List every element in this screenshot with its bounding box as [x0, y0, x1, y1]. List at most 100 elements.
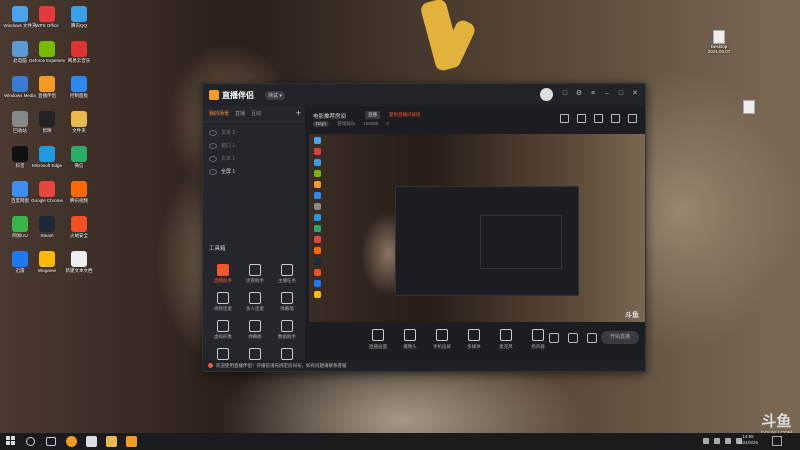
tool-item[interactable]: 虚拟形象 [207, 320, 239, 340]
clock-date: 2021/8/25 [737, 440, 758, 445]
desktop-icon-label: 网易云音乐 [67, 58, 91, 63]
source-label: 直播画面 [369, 344, 387, 349]
desktop-icon[interactable]: 直播伴侣 [29, 76, 65, 98]
source-speaker-button[interactable]: 扬声器 [527, 329, 549, 350]
eye-icon[interactable] [209, 168, 217, 175]
app-icon [12, 76, 28, 92]
notification-icon[interactable] [772, 436, 782, 446]
tool-item[interactable]: 数据助手 [271, 320, 303, 340]
eye-icon[interactable] [209, 142, 217, 149]
layout-icon[interactable] [594, 114, 603, 123]
stream-preview[interactable]: 斗鱼 [309, 134, 645, 322]
message-icon[interactable]: □ [561, 90, 569, 98]
lock-icon[interactable] [577, 114, 586, 123]
tool-label: 直播助手 [214, 278, 232, 283]
source-mic-button[interactable]: 麦克风 [495, 329, 517, 350]
desktop-icon[interactable]: 腾讯视频 [61, 181, 97, 203]
app-icon [12, 216, 28, 232]
desktop-icon[interactable]: 腾讯QQ [61, 6, 97, 28]
logo-icon [209, 90, 219, 100]
left-panel: 我的场景 直播 互动 + 文本 2 窗口 1 文本 1 全屏 1 工具箱 直播助… [203, 106, 305, 371]
desktop-icon[interactable]: 新建文本文档 [61, 251, 97, 273]
eye-icon[interactable] [209, 155, 217, 162]
scene-item[interactable]: 全屏 1 [203, 165, 305, 178]
tool-item[interactable]: 弹幕姬 [239, 320, 271, 340]
tool-label: 弹幕姬 [248, 334, 262, 339]
windows-start-icon[interactable] [6, 436, 16, 446]
tool-label: 数据助手 [278, 334, 296, 339]
add-scene-button[interactable]: + [296, 108, 301, 118]
tab-scenes[interactable]: 我的场景 [209, 110, 229, 117]
clock[interactable]: 14:55 2021/8/25 [738, 434, 758, 446]
tool-item[interactable]: 房管助手 [239, 264, 271, 284]
room-category[interactable]: Days [313, 121, 330, 127]
desktop-icon[interactable]: WPS Office [29, 6, 65, 28]
tab-interact[interactable]: 互动 [251, 110, 261, 117]
taskbar: 14:55 2021/8/25 [0, 433, 800, 450]
menu-icon[interactable]: ≡ [589, 90, 597, 98]
tray-icon[interactable] [714, 438, 720, 444]
source-media-button[interactable]: 多媒体 [463, 329, 485, 350]
source-label: 手机投屏 [433, 344, 451, 349]
close-icon[interactable]: ✕ [631, 90, 639, 98]
tab-live[interactable]: 直播 [235, 110, 245, 117]
source-screen-button[interactable]: 直播画面 [367, 329, 389, 350]
desktop-icon[interactable]: 文件夹 [61, 111, 97, 133]
settings-icon[interactable]: ⚙ [575, 90, 583, 98]
taskbar-app-icon[interactable] [86, 436, 97, 447]
help-icon[interactable] [568, 333, 578, 343]
network-icon[interactable] [725, 438, 731, 444]
desktop-icon[interactable]: 网易云音乐 [61, 41, 97, 63]
avatar[interactable] [540, 88, 553, 101]
desktop-icon[interactable]: Steam [29, 216, 65, 238]
nested-app-preview-inner [480, 215, 562, 269]
desktop-icon[interactable]: Microsoft Edge [29, 146, 65, 168]
task-view-icon[interactable] [46, 437, 56, 446]
desktop-icon[interactable]: Wegame [29, 251, 65, 273]
taskbar-app-icon[interactable] [126, 436, 137, 447]
desktop-icon[interactable]: 剪映 [29, 111, 65, 133]
bell-icon[interactable] [611, 114, 620, 123]
maximize-icon[interactable]: □ [617, 90, 625, 98]
app-icon [39, 111, 55, 127]
desktop-file[interactable]: Desktop 2021.05.07 [699, 30, 739, 54]
taskbar-app-icon[interactable] [106, 436, 117, 447]
desktop-icon[interactable]: 火绒安全 [61, 216, 97, 238]
version-badge[interactable]: 测试 ▾ [265, 91, 285, 100]
gift-icon[interactable] [560, 114, 569, 123]
tool-item[interactable]: 视频连麦 [207, 292, 239, 312]
room-title[interactable]: 电影推荐房间 [313, 112, 346, 120]
media-icon [468, 329, 480, 341]
desktop-icon[interactable]: Geforce Experience [29, 41, 65, 63]
share-icon[interactable] [628, 114, 637, 123]
desktop-icon[interactable]: 控制面板 [61, 76, 97, 98]
tray-icon[interactable] [703, 438, 709, 444]
go-live-button[interactable]: 开始直播 [601, 331, 639, 344]
taskbar-app-icon[interactable] [66, 436, 77, 447]
scene-label: 全屏 1 [221, 169, 236, 175]
scene-item[interactable]: 窗口 1 [203, 139, 305, 152]
search-icon[interactable] [26, 437, 35, 446]
eye-icon[interactable] [209, 129, 217, 136]
tool-item[interactable]: 多人连麦 [239, 292, 271, 312]
gear-icon[interactable] [587, 333, 597, 343]
phone-icon [436, 329, 448, 341]
record-icon[interactable] [549, 333, 559, 343]
desktop-icon[interactable]: Google Chrome [29, 181, 65, 203]
room-tag[interactable]: 直播 [365, 111, 380, 119]
scene-item[interactable]: 文本 1 [203, 152, 305, 165]
desktop-icon-label: Geforce Experience [29, 58, 65, 63]
desktop-file[interactable] [729, 100, 769, 114]
tool-item[interactable]: 主播任务 [271, 264, 303, 284]
app-icon [39, 41, 55, 57]
source-phone-button[interactable]: 手机投屏 [431, 329, 453, 350]
source-camera-button[interactable]: 摄像头 [399, 329, 421, 350]
tool-item[interactable]: 弹幕墙 [271, 292, 303, 312]
desktop-icon-label: 直播伴侣 [38, 93, 56, 98]
tool-item[interactable]: 直播助手 [207, 264, 239, 284]
room-link[interactable]: 复制直播间链接 [389, 112, 421, 118]
app-icon [12, 251, 28, 267]
minimize-icon[interactable]: – [603, 90, 611, 98]
desktop-icon[interactable]: 微信 [61, 146, 97, 168]
scene-item[interactable]: 文本 2 [203, 126, 305, 139]
